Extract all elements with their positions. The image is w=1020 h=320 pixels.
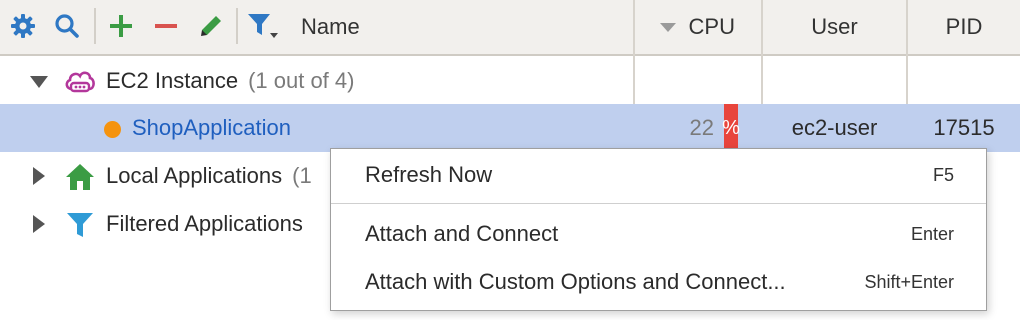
column-header-user[interactable]: User — [763, 0, 906, 54]
tree-row-shopapplication[interactable]: ShopApplication 22 % ec2-user 17515 — [0, 104, 1020, 152]
add-button[interactable] — [104, 8, 138, 44]
remove-button[interactable] — [149, 8, 183, 44]
settings-icon — [11, 14, 35, 38]
column-header-cpu[interactable]: CPU — [636, 0, 761, 54]
menu-item-label: Attach with Custom Options and Connect..… — [365, 269, 786, 294]
remove-icon — [155, 24, 177, 28]
toolbar-separator — [236, 8, 238, 44]
column-header-cpu-label: CPU — [688, 14, 735, 39]
cpu-unit: % — [722, 116, 740, 139]
context-menu: Refresh Now F5 Attach and Connect Enter … — [330, 148, 987, 311]
tree-row-ec2-instance[interactable]: EC2 Instance (1 out of 4) — [0, 57, 1020, 105]
edit-icon — [201, 16, 221, 36]
pid-value: 17515 — [933, 115, 995, 140]
tree-label-shopapplication: ShopApplication — [132, 104, 622, 152]
expand-arrow-right-icon[interactable] — [32, 214, 46, 234]
edit-button[interactable] — [194, 8, 228, 44]
ec2-instance-count: (1 out of 4) — [248, 68, 355, 93]
local-applications-label: Local Applications — [106, 163, 283, 188]
toolbar-header: Name CPU User PID — [0, 0, 1020, 56]
filtered-applications-label: Filtered Applications — [106, 211, 303, 236]
menu-item-attach-custom-options[interactable]: Attach with Custom Options and Connect..… — [331, 259, 986, 305]
menu-item-refresh-now[interactable]: Refresh Now F5 — [331, 152, 986, 198]
filter-button[interactable] — [246, 8, 280, 44]
user-cell: ec2-user — [763, 104, 906, 152]
menu-separator — [331, 203, 986, 204]
menu-item-shortcut: F5 — [932, 164, 954, 185]
column-header-pid[interactable]: PID — [908, 0, 1020, 54]
column-header-name-label: Name — [301, 14, 360, 39]
shopapplication-label: ShopApplication — [132, 115, 292, 140]
pid-cell: 17515 — [908, 104, 1020, 152]
menu-item-label: Attach and Connect — [365, 221, 559, 246]
ec2-instance-label: EC2 Instance — [106, 68, 239, 93]
menu-item-shortcut: Enter — [910, 223, 954, 244]
menu-item-shortcut: Shift+Enter — [864, 271, 954, 292]
column-header-pid-label: PID — [945, 14, 983, 39]
search-icon — [55, 14, 79, 38]
home-icon — [66, 164, 94, 190]
expand-arrow-right-icon[interactable] — [32, 166, 46, 186]
sort-descending-icon — [659, 23, 676, 32]
status-indicator-icon — [104, 121, 121, 138]
expand-arrow-down-icon[interactable] — [29, 75, 49, 89]
cloud-icon — [65, 71, 95, 93]
cpu-value: 22 — [689, 115, 714, 140]
filter-icon — [248, 14, 278, 38]
column-header-user-label: User — [811, 14, 858, 39]
filter-icon — [67, 213, 93, 237]
add-icon — [110, 15, 132, 37]
column-header-name[interactable]: Name — [301, 0, 631, 54]
menu-item-label: Refresh Now — [365, 162, 493, 187]
cpu-usage-bar: % — [722, 104, 740, 152]
toolbar-separator — [94, 8, 96, 44]
search-button[interactable] — [50, 8, 84, 44]
local-applications-count: (1 — [292, 163, 312, 188]
user-value: ec2-user — [791, 115, 878, 140]
tree-label-ec2-instance: EC2 Instance (1 out of 4) — [106, 57, 626, 105]
cpu-cell: 22 % — [636, 104, 761, 152]
menu-item-attach-and-connect[interactable]: Attach and Connect Enter — [331, 211, 986, 257]
settings-button[interactable] — [6, 8, 40, 44]
